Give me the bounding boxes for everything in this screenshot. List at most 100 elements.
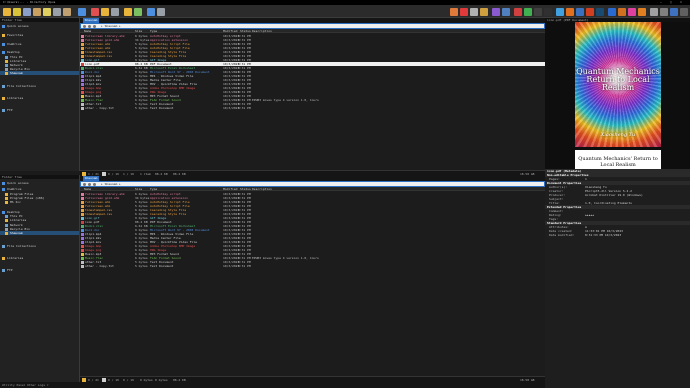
pdf-cover-page: Quantum Mechanics Return to Local Realis… <box>575 22 661 147</box>
view-icon[interactable] <box>157 8 165 16</box>
other-logs-dropdown[interactable]: Other Logs ▾ <box>27 382 49 388</box>
col-description[interactable]: Description <box>252 187 272 191</box>
tree-item[interactable]: File Collections <box>0 84 79 88</box>
cut-icon[interactable] <box>53 8 61 16</box>
file-row[interactable]: other - Copy.txt 5 bytes Text Document 10/3… <box>80 106 545 110</box>
back-icon[interactable] <box>83 183 86 186</box>
metadata-row[interactable]: Date modified: 8:31:33 PM 10/3/2023 <box>545 233 690 237</box>
folder-tree-title: Folder Tree <box>2 18 22 22</box>
folder-icon <box>2 84 5 88</box>
star-icon[interactable] <box>13 8 21 16</box>
tree-item[interactable]: OneDrive <box>0 42 79 46</box>
forward-icon[interactable] <box>88 183 91 186</box>
tree-item-label: Shaunam <box>10 71 23 75</box>
col-size[interactable]: Size <box>135 187 142 191</box>
layout-icon[interactable] <box>147 8 155 16</box>
ps-icon[interactable] <box>608 8 616 16</box>
tree-item[interactable]: Libraries <box>0 218 79 222</box>
folder-icon <box>2 256 5 260</box>
folder-icon <box>2 96 5 100</box>
green-icon[interactable] <box>524 8 532 16</box>
tree-icon[interactable] <box>124 8 132 16</box>
cover-title: Quantum Mechanics Return to Local Realis… <box>576 67 660 92</box>
col-modified[interactable]: Modified <box>223 187 237 191</box>
tree-item[interactable]: Favorites <box>0 33 79 37</box>
vlc-icon[interactable] <box>638 8 646 16</box>
up-icon[interactable] <box>93 183 96 186</box>
wand-icon[interactable] <box>33 8 41 16</box>
col-status[interactable]: Status <box>240 187 251 191</box>
folder-icon <box>2 42 5 46</box>
tree-item[interactable]: File Collections <box>0 244 79 248</box>
office-icon[interactable] <box>586 8 594 16</box>
tree-item[interactable]: Libraries <box>0 256 79 260</box>
vs-icon[interactable] <box>492 8 500 16</box>
folder-icon <box>5 71 8 75</box>
tree-item[interactable]: Libraries <box>0 96 79 100</box>
tree-item[interactable]: Shaunam <box>0 231 79 235</box>
ai-icon[interactable] <box>618 8 626 16</box>
folder-icon <box>5 200 8 204</box>
utility-bar: Utility Panel Other Logs ▾ <box>0 382 545 388</box>
tree-item[interactable]: Quick access <box>0 24 79 28</box>
col-type[interactable]: Type <box>150 187 157 191</box>
tree-item-label: Shaunam <box>10 231 23 235</box>
brush-icon[interactable] <box>480 8 488 16</box>
col-size[interactable]: Size <box>135 29 142 33</box>
folder-icon <box>2 187 5 191</box>
thunder-icon[interactable] <box>576 8 584 16</box>
tree-item[interactable]: FTP <box>0 268 79 272</box>
settings-icon[interactable] <box>660 8 668 16</box>
tree-item-label: OneDrive <box>7 42 22 46</box>
image-icon[interactable] <box>450 8 458 16</box>
steam-icon[interactable] <box>596 8 604 16</box>
col-type[interactable]: Type <box>150 29 157 33</box>
chrome-icon[interactable] <box>556 8 564 16</box>
pdf-icon[interactable] <box>514 8 522 16</box>
home-icon[interactable] <box>101 8 109 16</box>
firefox-icon[interactable] <box>566 8 574 16</box>
file-row[interactable]: other - Copy.txt 5 bytes Text Document 10/3… <box>80 264 545 268</box>
tree-item[interactable]: FTP <box>0 108 79 112</box>
metadata-pane: icon.pdf (Metadata) Non-editable Propert… <box>545 169 690 388</box>
col-description[interactable]: Description <box>252 29 272 33</box>
tree-item[interactable]: Quick access <box>0 181 79 185</box>
terminal-icon[interactable] <box>544 8 552 16</box>
app-icon[interactable] <box>502 8 510 16</box>
tree-item-label: Favorites <box>7 33 24 37</box>
cover-author: Xiaosheng Tu <box>600 132 636 138</box>
utility-panel-label[interactable]: Utility Panel <box>2 382 25 388</box>
paste-icon[interactable] <box>63 8 71 16</box>
tree-item-label: MS Inc <box>10 200 21 204</box>
folder-icon[interactable] <box>3 8 11 16</box>
col-name[interactable]: Name <box>84 29 91 33</box>
exit-icon[interactable] <box>680 8 688 16</box>
copy-icon[interactable] <box>23 8 31 16</box>
delete-icon[interactable] <box>460 8 468 16</box>
power-icon[interactable] <box>670 8 678 16</box>
up-icon[interactable] <box>93 25 96 28</box>
tree-item[interactable]: MS Inc <box>0 200 79 204</box>
tree-item-label: File Collections <box>7 244 36 248</box>
stop-icon[interactable] <box>91 8 99 16</box>
file-name: other - Copy.txt <box>85 106 114 110</box>
tree-item[interactable]: OneDrive <box>0 187 79 191</box>
cmd-icon[interactable] <box>534 8 542 16</box>
music-icon[interactable] <box>628 8 636 16</box>
col-modified[interactable]: Modified <box>223 29 237 33</box>
pencil-icon[interactable] <box>43 8 51 16</box>
props-icon[interactable] <box>470 8 478 16</box>
forward-icon[interactable] <box>88 25 91 28</box>
tree-item[interactable]: Desktop <box>0 50 79 54</box>
col-name[interactable]: Name <box>84 187 91 191</box>
calc-icon[interactable] <box>650 8 658 16</box>
folder-tree-header: Folder Tree <box>0 18 79 22</box>
sync-icon[interactable] <box>111 8 119 16</box>
file-icon <box>81 107 84 110</box>
refresh-icon[interactable] <box>134 8 142 16</box>
grid-icon[interactable] <box>78 8 86 16</box>
col-status[interactable]: Status <box>240 29 251 33</box>
back-icon[interactable] <box>83 25 86 28</box>
folder-icon <box>5 218 8 222</box>
tree-item[interactable]: Shaunam <box>0 71 79 75</box>
